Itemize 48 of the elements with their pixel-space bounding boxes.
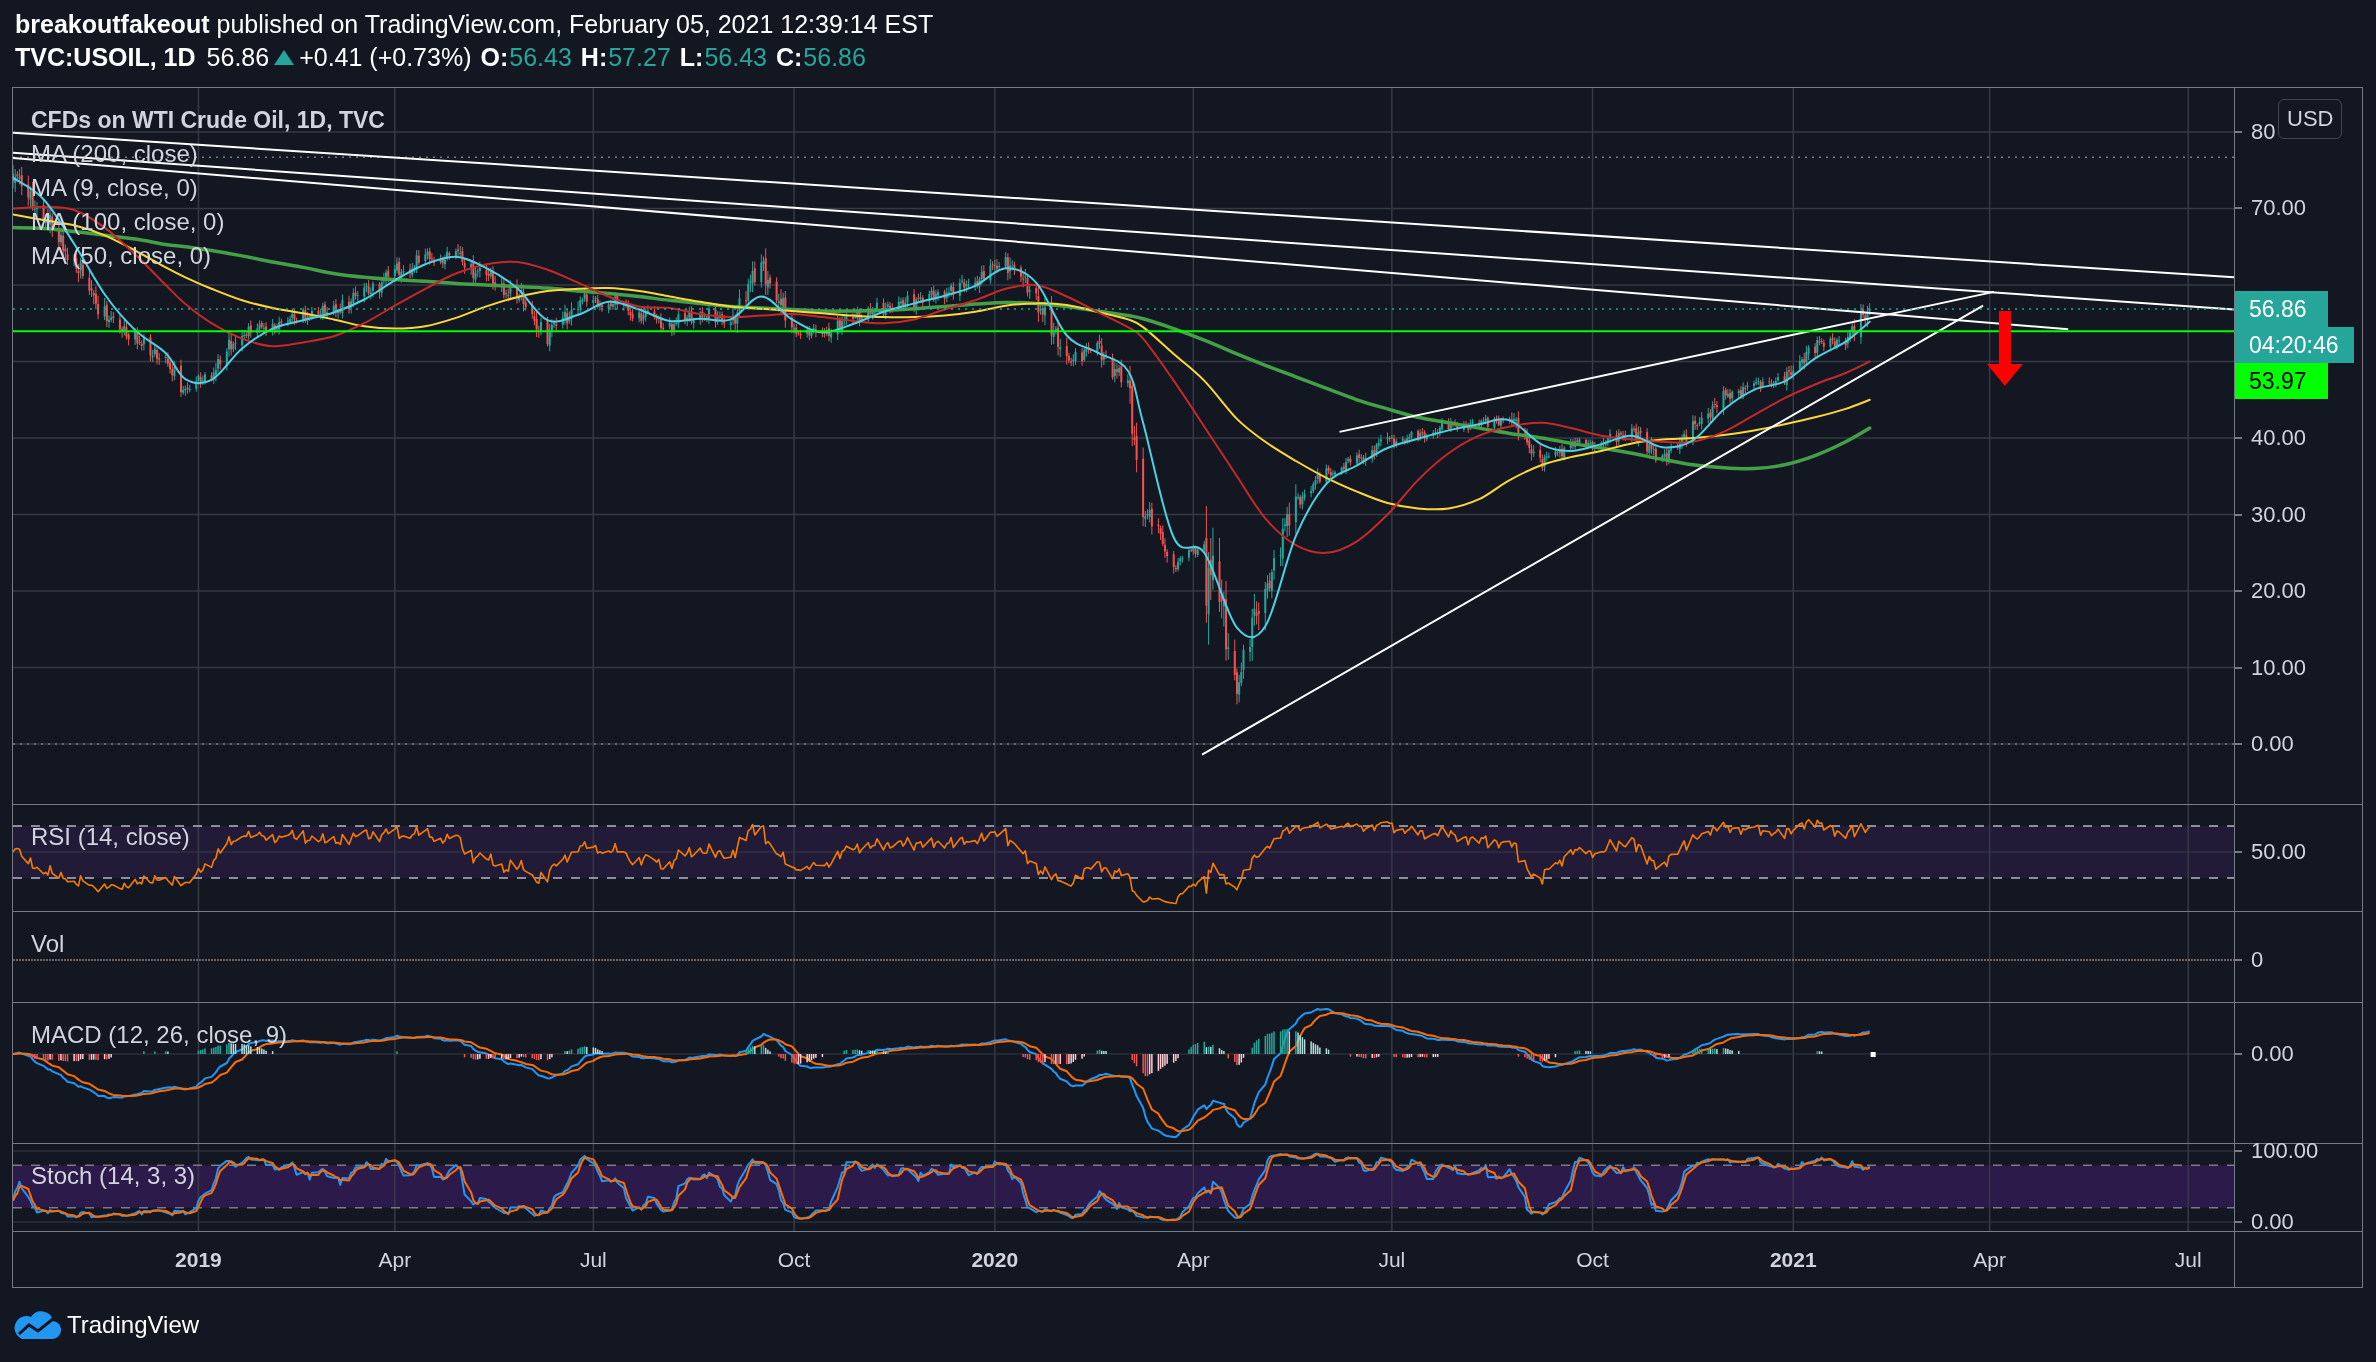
- price-axis-label: 30.00: [2251, 501, 2307, 528]
- indicator-label: Stoch (14, 3, 3): [31, 1161, 196, 1191]
- indicator-axis-label: 50.00: [2251, 840, 2307, 864]
- indicator-label: Vol: [31, 929, 65, 959]
- price-axis-label: 40.00: [2251, 425, 2307, 451]
- ohlc-label: L:: [679, 42, 704, 72]
- ohlc-value: 57.27: [608, 42, 671, 72]
- time-axis-label: Jul: [1378, 1247, 1406, 1273]
- ohlc-value: 56.43: [509, 42, 572, 72]
- ohlc-value: 56.86: [803, 42, 866, 72]
- indicator-axis-label: 0.00: [2251, 1210, 2294, 1234]
- indicator-axis-label: 100.00: [2251, 1139, 2319, 1163]
- publish-info-text: published on TradingView.com, February 05, 2021 12:39:14 EST: [216, 9, 934, 39]
- indicator-label: RSI (14, close): [31, 822, 190, 852]
- time-axis-label: 2020: [971, 1247, 1019, 1273]
- time-axis-label: 2019: [175, 1247, 222, 1273]
- price-axis-label: 20.00: [2251, 578, 2307, 604]
- time-axis-label: Oct: [777, 1247, 811, 1273]
- time-axis-label: Jul: [579, 1247, 607, 1273]
- indicator-axis-label: 0.00: [2251, 1042, 2294, 1066]
- line-price-label: 53.97: [2235, 363, 2328, 399]
- time-axis-label: Oct: [1576, 1247, 1609, 1273]
- symbol-text: TVC:USOIL, 1D: [15, 42, 196, 72]
- end-marker-icon: [1870, 1052, 1876, 1057]
- indicator-axis-label: 0: [2251, 948, 2264, 972]
- price-axis-label: 10.00: [2251, 654, 2307, 681]
- time-axis-label: 2021: [1769, 1247, 1817, 1273]
- chart-title: CFDs on WTI Crude Oil, 1D, TVC: [31, 106, 385, 135]
- last-price-text: 56.86: [206, 42, 270, 72]
- price-axis-label: 70.00: [2251, 195, 2307, 222]
- indicator-legend: MA (9, close, 0): [31, 171, 198, 205]
- ohlc-label: C:: [775, 42, 803, 72]
- author-name: breakoutfakeout: [15, 9, 210, 39]
- currency-button[interactable]: USD: [2278, 99, 2343, 139]
- price-axis-label: 80: [2251, 119, 2276, 145]
- ohlc-label: H:: [580, 42, 608, 72]
- countdown-label: 04:20:46: [2235, 327, 2354, 363]
- time-axis-label: Apr: [378, 1247, 412, 1273]
- ohlc-label: O:: [480, 42, 509, 72]
- time-axis-label: Apr: [1973, 1247, 2006, 1273]
- time-axis-label: Apr: [1176, 1247, 1210, 1273]
- price-change-text: +0.41 (+0.73%): [299, 42, 472, 72]
- time-axis-label: Jul: [2174, 1247, 2202, 1273]
- cloud-logo-icon: [13, 1310, 61, 1340]
- footer-brand-text: TradingView: [67, 1310, 200, 1340]
- last-price-label: 56.86: [2235, 291, 2328, 327]
- price-axis-label: 0.00: [2251, 731, 2294, 757]
- ohlc-value: 56.43: [704, 42, 767, 72]
